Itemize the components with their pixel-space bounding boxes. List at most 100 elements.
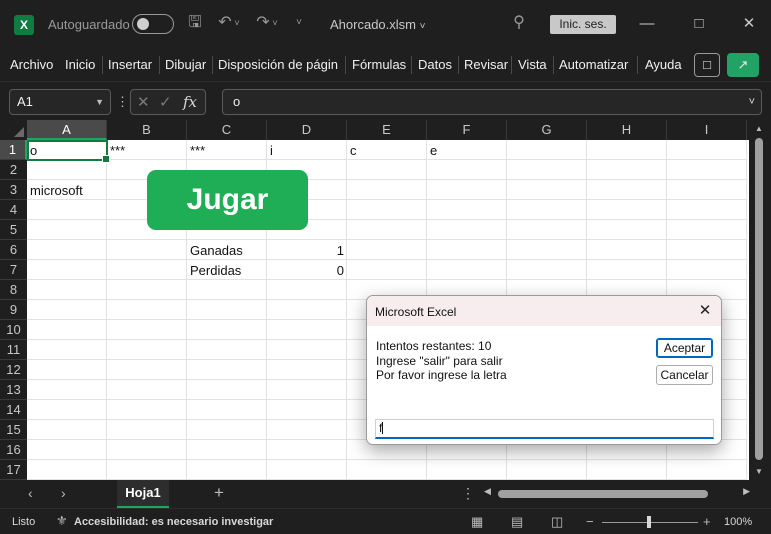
autosave-toggle[interactable] [132,14,174,34]
cell-c6[interactable]: Ganadas [187,240,267,260]
close-icon[interactable]: ✕ [734,12,764,36]
previous-sheet-icon[interactable]: ‹ [28,485,33,501]
row-header[interactable]: 17 [0,460,27,480]
column-header[interactable]: D [267,120,347,140]
cell-e1[interactable]: c [347,140,427,160]
cell-b1[interactable]: *** [107,140,187,160]
tab-formulas[interactable]: Fórmulas [352,57,406,72]
row-header[interactable]: 10 [0,320,27,340]
scroll-left-icon[interactable]: ◀ [484,486,491,497]
row-header[interactable]: 11 [0,340,27,360]
cell-c7[interactable]: Perdidas [187,260,267,280]
tab-datos[interactable]: Datos [418,57,452,72]
column-header[interactable]: A [27,120,107,140]
column-header[interactable]: B [107,120,187,140]
more-options-icon[interactable]: ⋮ [461,485,475,502]
vertical-scrollbar[interactable]: ▲ ▼ [749,120,771,480]
row-header[interactable]: 2 [0,160,27,180]
tab-separator [159,56,160,74]
tab-revisar[interactable]: Revisar [464,57,508,72]
row-header[interactable]: 9 [0,300,27,320]
column-header[interactable]: H [587,120,667,140]
zoom-in-icon[interactable]: + [703,514,711,529]
column-header[interactable]: I [667,120,747,140]
tab-disposicion[interactable]: Disposición de págin [218,57,338,72]
column-header[interactable]: F [427,120,507,140]
cell-a3[interactable]: microsoft [27,180,107,200]
horizontal-scrollbar[interactable]: ◀ ▶ [484,486,750,500]
zoom-slider-thumb[interactable] [647,516,651,528]
column-header[interactable]: C [187,120,267,140]
tab-archivo[interactable]: Archivo [10,57,53,72]
tab-ayuda[interactable]: Ayuda [645,57,682,72]
save-icon[interactable]: 🖫 [184,12,206,34]
next-sheet-icon[interactable]: › [61,485,66,501]
check-icon[interactable]: ✓ [159,93,172,111]
row-header[interactable]: 6 [0,240,27,260]
chevron-down-icon: ˅ [419,21,426,32]
row-header[interactable]: 13 [0,380,27,400]
page-layout-view-icon[interactable]: ▤ [511,514,523,530]
tab-dibujar[interactable]: Dibujar [165,57,206,72]
dialog-text-input[interactable]: f [375,419,714,439]
row-header[interactable]: 3 [0,180,27,200]
customize-toolbar-icon[interactable]: ˅ [292,12,306,34]
scrollbar-thumb[interactable] [498,490,708,498]
row-header[interactable]: 1 [0,140,27,160]
normal-view-icon[interactable]: ▦ [471,514,483,530]
cancel-icon[interactable]: ✕ [137,93,150,111]
name-box[interactable]: A1 ▼ [9,89,111,115]
cancel-button[interactable]: Cancelar [656,365,713,385]
ok-button[interactable]: Aceptar [656,338,713,358]
add-sheet-icon[interactable]: + [214,483,224,503]
file-name[interactable]: Ahorcado.xlsm ˅ [330,17,425,32]
tab-insertar[interactable]: Insertar [108,57,152,72]
scroll-up-icon[interactable]: ▲ [755,124,763,133]
tab-vista[interactable]: Vista [518,57,547,72]
minimize-icon[interactable]: — [632,12,662,36]
row-header[interactable]: 8 [0,280,27,300]
cell-f1[interactable]: e [427,140,507,160]
column-header[interactable]: G [507,120,587,140]
tab-inicio[interactable]: Inicio [65,57,95,72]
search-icon[interactable]: ⚲ [508,12,530,34]
zoom-out-icon[interactable]: − [586,514,594,529]
row-header[interactable]: 16 [0,440,27,460]
comments-icon[interactable]: □ [694,53,720,77]
accessibility-status[interactable]: Accesibilidad: es necesario investigar [74,516,273,528]
jugar-button[interactable]: Jugar [147,170,308,230]
column-header[interactable]: E [347,120,427,140]
accessibility-icon[interactable]: ⚜ [56,513,68,529]
row-header[interactable]: 15 [0,420,27,440]
row-header[interactable]: 12 [0,360,27,380]
more-options-icon[interactable]: ⋮ [116,94,129,110]
redo-dropdown-icon[interactable]: ˅ [270,12,280,34]
scrollbar-thumb[interactable] [755,138,763,460]
row-header[interactable]: 5 [0,220,27,240]
chevron-down-icon[interactable]: ˅ [749,90,755,114]
scroll-down-icon[interactable]: ▼ [755,467,763,476]
insert-function-icon[interactable]: fx [183,93,197,111]
cell-d1[interactable]: i [267,140,347,160]
sheet-tab-hoja1[interactable]: Hoja1 [117,480,169,508]
cell-d7[interactable]: 0 [267,260,347,280]
ribbon-tabs: Archivo Inicio Insertar Dibujar Disposic… [0,48,771,82]
cell-c1[interactable]: *** [187,140,267,160]
maximize-icon[interactable]: □ [684,12,714,36]
formula-input[interactable]: o ˅ [222,89,762,115]
share-icon[interactable]: ↗ [727,53,759,77]
scroll-right-icon[interactable]: ▶ [743,486,750,497]
close-icon[interactable]: ✕ [695,301,715,321]
zoom-level[interactable]: 100% [724,516,752,528]
page-break-view-icon[interactable]: ◫ [551,514,563,530]
cell-d6[interactable]: 1 [267,240,347,260]
tab-automatizar[interactable]: Automatizar [559,57,628,72]
select-all-corner[interactable] [0,120,27,140]
sign-in-button[interactable]: Inic. ses. [550,15,616,34]
chevron-down-icon[interactable]: ▼ [95,90,104,114]
undo-dropdown-icon[interactable]: ˅ [232,12,242,34]
row-header[interactable]: 7 [0,260,27,280]
tab-separator [511,56,512,74]
row-header[interactable]: 4 [0,200,27,220]
row-header[interactable]: 14 [0,400,27,420]
